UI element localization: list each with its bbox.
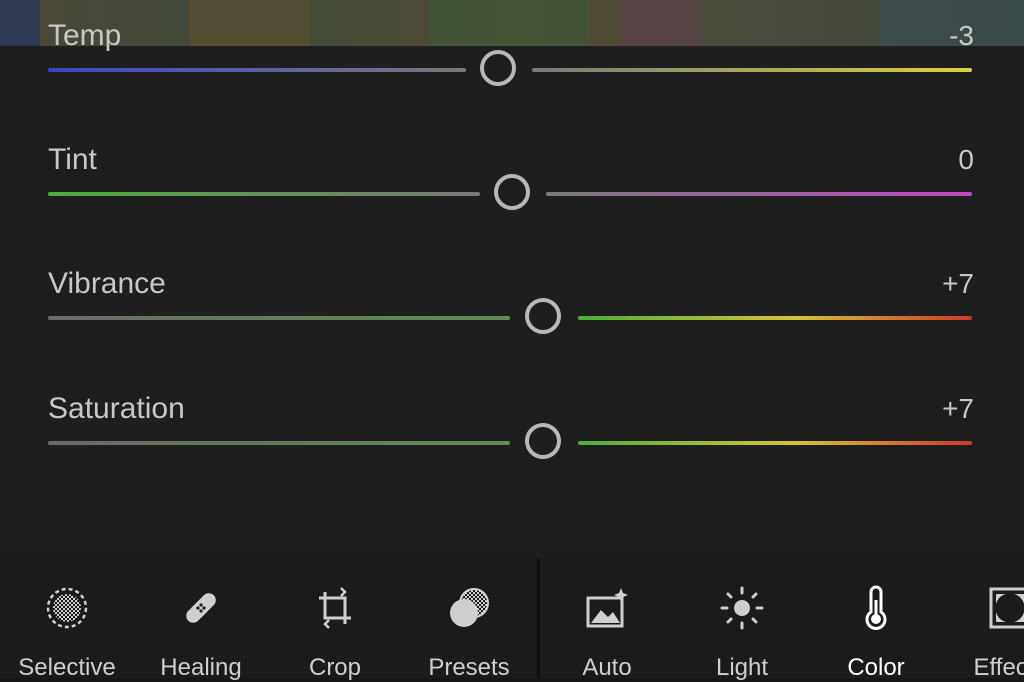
tint-slider-thumb[interactable] [494, 174, 530, 210]
auto-tool[interactable]: Auto [537, 558, 677, 681]
vibrance-label: Vibrance [48, 267, 166, 300]
temp-label: Temp [48, 19, 122, 52]
effects-icon [989, 587, 1024, 629]
tint-label: Tint [48, 143, 97, 176]
auto-enhance-icon [586, 588, 628, 628]
temp-slider-thumb[interactable] [480, 50, 516, 86]
saturation-slider-row: Saturation +7 [0, 391, 1024, 491]
temp-track-right[interactable] [532, 68, 972, 72]
tint-track-right[interactable] [546, 192, 972, 196]
saturation-label: Saturation [48, 392, 185, 425]
vibrance-value: +7 [942, 268, 974, 299]
presets-tool[interactable]: Presets [399, 558, 539, 681]
presets-icon [450, 588, 489, 627]
bandage-icon [186, 593, 216, 623]
saturation-track-left[interactable] [48, 441, 510, 445]
saturation-value: +7 [942, 393, 974, 424]
vibrance-track-right[interactable] [578, 316, 972, 320]
saturation-slider-thumb[interactable] [525, 423, 561, 459]
selective-tool[interactable]: Selective [0, 558, 137, 681]
tint-slider-row: Tint 0 [0, 142, 1024, 242]
selective-icon [46, 587, 88, 629]
temp-slider-row: Temp -3 [0, 18, 1024, 118]
color-tool[interactable]: Color [806, 558, 946, 681]
light-tool[interactable]: Light [672, 558, 812, 681]
crop-icon [319, 587, 351, 629]
color-adjustment-panel: Temp -3 Tint 0 Vibrance +7 Saturation +7 [0, 19, 1024, 558]
crop-tool[interactable]: Crop [265, 558, 405, 681]
healing-tool[interactable]: Healing [131, 558, 271, 681]
bottom-toolbar: Selective Healing Crop Presets Auto Ligh… [0, 558, 1024, 681]
effects-tool[interactable]: Effects [940, 558, 1024, 681]
vibrance-slider-row: Vibrance +7 [0, 266, 1024, 366]
thermometer-icon [865, 585, 887, 630]
sun-icon [720, 586, 764, 630]
vibrance-slider-thumb[interactable] [525, 298, 561, 334]
tint-value: 0 [958, 144, 974, 175]
vibrance-track-left[interactable] [48, 316, 510, 320]
temp-track-left[interactable] [48, 68, 466, 72]
temp-value: -3 [949, 20, 974, 51]
saturation-track-right[interactable] [578, 441, 972, 445]
tint-track-left[interactable] [48, 192, 480, 196]
